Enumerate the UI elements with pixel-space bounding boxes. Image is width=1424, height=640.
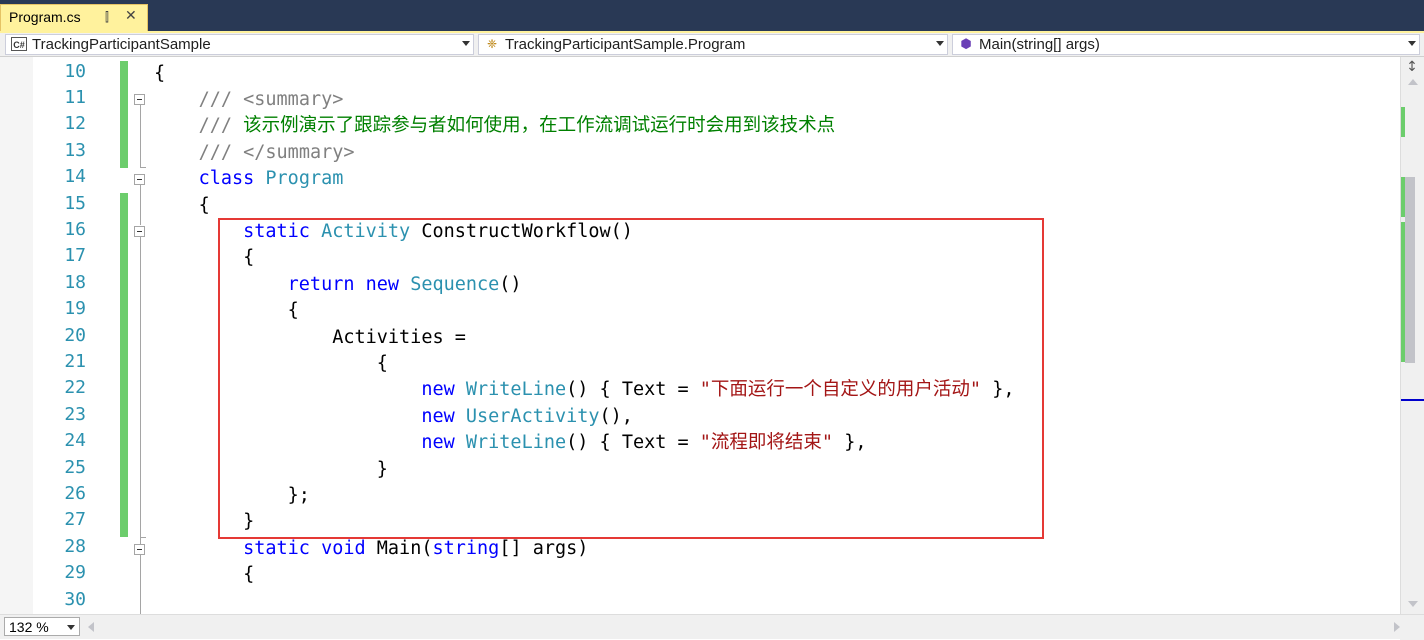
- change-marker: [1401, 177, 1405, 217]
- outline-guide: [140, 537, 141, 544]
- line-number: 18: [64, 272, 86, 293]
- line-number: 22: [64, 377, 86, 398]
- code-line-28: static void Main(string[] args): [243, 538, 589, 559]
- chevron-down-icon: [1408, 41, 1416, 46]
- code-line-14: class Program: [198, 168, 344, 189]
- csharp-project-icon: C#: [11, 37, 27, 51]
- code-line-10: {: [154, 63, 166, 84]
- code-line-15: {: [198, 195, 210, 216]
- outline-guide: [140, 555, 141, 614]
- code-line-11: /// <summary>: [198, 89, 344, 110]
- zoom-dropdown[interactable]: 132 %: [4, 617, 80, 636]
- line-number: 10: [64, 61, 86, 82]
- scroll-left-arrow-icon[interactable]: [88, 622, 94, 632]
- line-number: 24: [64, 430, 86, 451]
- code-line-29: {: [243, 564, 255, 585]
- line-number: 11: [64, 87, 86, 108]
- line-number: 28: [64, 536, 86, 557]
- outline-guide: [140, 237, 141, 537]
- close-icon[interactable]: ✕: [125, 8, 137, 24]
- code-line-12: /// 该示例演示了跟踪参与者如何使用，在工作流调试运行时会用到该技术点: [198, 115, 836, 136]
- document-tab-strip: Program.cs ⫿ ✕: [0, 0, 1424, 31]
- outline-guide: [140, 185, 141, 225]
- line-number-margin: 10 11 12 13 14 15 16 17 18 19 20 21 22 2…: [33, 57, 90, 614]
- line-number: 12: [64, 113, 86, 134]
- class-icon: ❈: [486, 37, 498, 51]
- collapse-toggle[interactable]: [134, 226, 145, 237]
- line-number: 27: [64, 509, 86, 530]
- line-number: 15: [64, 193, 86, 214]
- split-window-icon[interactable]: ↕: [1405, 60, 1419, 74]
- line-number: 19: [64, 298, 86, 319]
- scroll-up-arrow-icon[interactable]: [1408, 79, 1418, 85]
- member-dropdown[interactable]: ⬢ Main(string[] args): [952, 34, 1420, 55]
- collapse-toggle[interactable]: [134, 544, 145, 555]
- code-line-13: /// </summary>: [198, 142, 355, 163]
- class-dropdown-label: TrackingParticipantSample.Program: [505, 36, 746, 53]
- outline-guide: [140, 105, 141, 167]
- pin-icon[interactable]: ⫿: [105, 10, 109, 25]
- line-number: 25: [64, 457, 86, 478]
- change-bar: [120, 61, 128, 168]
- project-dropdown-label: TrackingParticipantSample: [32, 36, 211, 53]
- zoom-level: 132 %: [9, 619, 49, 635]
- change-marker: [1401, 222, 1405, 362]
- member-dropdown-label: Main(string[] args): [979, 36, 1100, 53]
- line-number: 17: [64, 245, 86, 266]
- indicator-margin: [0, 57, 33, 614]
- chevron-down-icon: [462, 41, 470, 46]
- scroll-thumb[interactable]: [1405, 177, 1415, 363]
- collapse-toggle[interactable]: [134, 174, 145, 185]
- line-number: 26: [64, 483, 86, 504]
- change-bar: [120, 193, 128, 537]
- method-icon: ⬢: [960, 36, 972, 51]
- scrollbar-corner: [1400, 615, 1424, 640]
- highlight-box: [218, 218, 1044, 539]
- horizontal-scroll-area: 132 %: [0, 614, 1424, 640]
- scroll-down-arrow-icon[interactable]: [1408, 601, 1418, 607]
- tab-title: Program.cs: [9, 9, 81, 25]
- line-number: 23: [64, 404, 86, 425]
- caret-position-marker: [1401, 399, 1424, 401]
- line-number: 16: [64, 219, 86, 240]
- line-number: 14: [64, 166, 86, 187]
- tab-program-cs[interactable]: Program.cs ⫿ ✕: [0, 4, 148, 31]
- line-number: 20: [64, 325, 86, 346]
- project-dropdown[interactable]: C# TrackingParticipantSample: [5, 34, 474, 55]
- chevron-down-icon: [936, 41, 944, 46]
- outline-guide: [140, 167, 146, 168]
- line-number: 29: [64, 562, 86, 583]
- line-number: 13: [64, 140, 86, 161]
- chevron-down-icon: [67, 625, 75, 630]
- change-marker: [1401, 107, 1405, 137]
- collapse-toggle[interactable]: [134, 94, 145, 105]
- line-number: 21: [64, 351, 86, 372]
- vertical-scrollbar[interactable]: ↕: [1400, 57, 1424, 614]
- class-dropdown[interactable]: ❈ TrackingParticipantSample.Program: [478, 34, 948, 55]
- navigation-bar: C# TrackingParticipantSample ❈ TrackingP…: [0, 33, 1424, 57]
- line-number: 30: [64, 589, 86, 610]
